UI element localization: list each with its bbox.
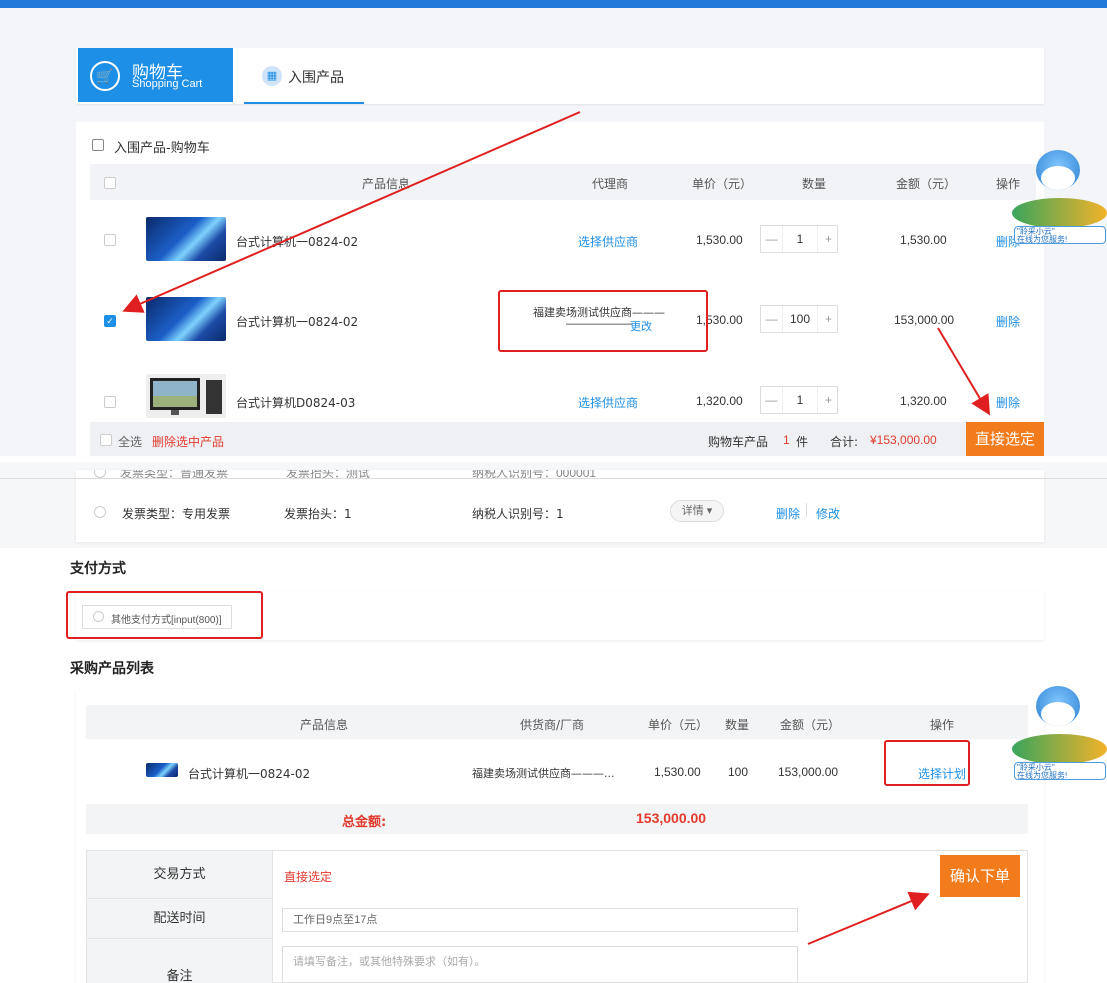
annotation-arrows [122, 111, 991, 945]
arrow-to-checkbox [122, 111, 581, 313]
arrow-to-confirm [807, 891, 930, 945]
arrow-to-direct-select [937, 327, 991, 416]
